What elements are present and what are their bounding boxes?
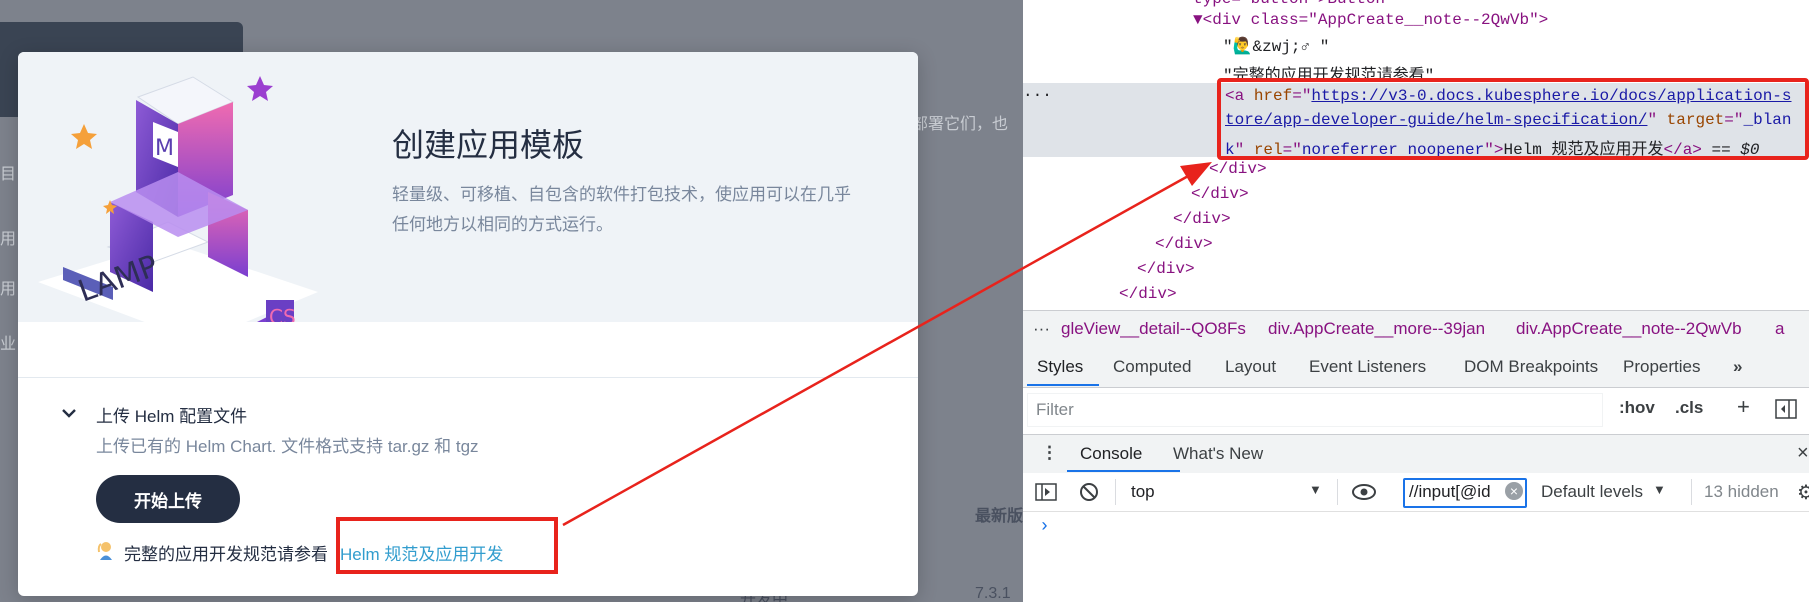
dom-line[interactable]: type="button">Button [1193, 0, 1385, 8]
close-drawer-icon[interactable]: × [1797, 442, 1809, 465]
console-prompt[interactable]: › [1039, 517, 1050, 537]
modal-hero: M LAMP CS 创建应用模板 轻量级、可移植、自包含的软件打包技术，使应用可… [18, 52, 918, 322]
styles-filter-input[interactable]: Filter [1027, 393, 1603, 427]
toggle-sidebar-icon[interactable] [1775, 399, 1797, 419]
class-toggle[interactable]: .cls [1675, 398, 1703, 418]
breadcrumb-item[interactable]: gleView__detail--QO8Fs [1061, 319, 1246, 339]
dom-close-tag[interactable]: </div> [1173, 210, 1231, 228]
dom-close-tag[interactable]: </div> [1155, 235, 1213, 253]
dom-close-tag[interactable]: </div> [1137, 260, 1195, 278]
hidden-count: 13 hidden [1704, 482, 1779, 501]
dom-text-node[interactable]: "完整的应用开发规范请参看" [1223, 61, 1434, 85]
upload-section-title: 上传 Helm 配置文件 [96, 407, 248, 426]
drawer-tabbar: ⋮ Console What's New × [1023, 434, 1809, 474]
note-text: 完整的应用开发规范请参看 [124, 545, 328, 564]
toolbar-divider [1115, 479, 1116, 505]
tab-console[interactable]: Console [1080, 444, 1142, 464]
tab-computed[interactable]: Computed [1113, 357, 1191, 377]
devtools-panel: type="button">Button ▼<div class="AppCre… [1023, 0, 1809, 602]
live-expression-eye-icon[interactable] [1351, 483, 1377, 501]
tab-event-listeners[interactable]: Event Listeners [1309, 357, 1426, 377]
breadcrumb-item[interactable]: div.AppCreate__more--39jan [1268, 319, 1485, 339]
tab-properties[interactable]: Properties [1623, 357, 1700, 377]
background-side-label: 用 [0, 231, 17, 248]
toolbar-divider [1337, 479, 1338, 505]
filter-placeholder: Filter [1036, 400, 1074, 419]
breadcrumb-item[interactable]: a [1775, 319, 1784, 339]
background-row-value: 7.3.1 [975, 585, 1011, 602]
active-tab-indicator [1027, 384, 1099, 386]
background-text: 部署它们，也 [912, 116, 1009, 133]
section-divider [18, 377, 918, 378]
lamp-illustration: M LAMP CS [38, 76, 318, 322]
start-upload-button[interactable]: 开始上传 [96, 475, 240, 523]
modal-description: 轻量级、可移植、自包含的软件打包技术，使应用可以在几乎任何地方以相同的方式运行。 [392, 185, 851, 234]
background-side-label: 用 [0, 281, 17, 298]
dom-selected-anchor-cont[interactable]: k" rel="noreferrer noopener">Helm 规范及应用开… [1225, 135, 1760, 159]
svg-text:CS: CS [269, 305, 296, 322]
dom-close-tag[interactable]: </div> [1209, 160, 1267, 178]
drawer-menu-icon[interactable]: ⋮ [1041, 443, 1058, 463]
toolbar-divider [1691, 479, 1692, 505]
background-side-label: 目 [0, 166, 17, 183]
chevron-down-icon[interactable] [60, 404, 78, 422]
breadcrumb-overflow-icon[interactable]: ··· [1033, 319, 1050, 339]
console-filter-input[interactable]: //input[@id × [1403, 478, 1527, 508]
elements-tree[interactable]: type="button">Button ▼<div class="AppCre… [1023, 0, 1809, 308]
tab-layout[interactable]: Layout [1225, 357, 1276, 377]
clear-filter-icon[interactable]: × [1505, 482, 1523, 500]
background-side-label: 业 [0, 336, 17, 353]
person-raising-hand-icon [97, 542, 112, 560]
more-options-icon[interactable]: ··· [1023, 86, 1052, 104]
dom-selected-anchor[interactable]: <a href="https://v3-0.docs.kubesphere.io… [1225, 87, 1792, 105]
gear-icon[interactable]: ⚙ [1797, 480, 1809, 505]
console-toolbar: top ▼ //input[@id × Default levels ▼ 13 … [1023, 473, 1809, 512]
breadcrumb-item[interactable]: div.AppCreate__note--2QwVb [1516, 319, 1742, 339]
console-filter-value: //input[@id [1409, 482, 1491, 501]
context-dropdown-icon[interactable]: ▼ [1309, 482, 1322, 497]
show-sidebar-icon[interactable] [1035, 483, 1057, 501]
clear-console-icon[interactable] [1079, 482, 1099, 502]
hover-state-toggle[interactable]: :hov [1619, 398, 1655, 418]
styles-tabbar: Styles Computed Layout Event Listeners D… [1023, 347, 1809, 388]
context-selector[interactable]: top [1131, 482, 1155, 502]
log-levels-selector[interactable]: Default levels [1541, 482, 1643, 502]
dom-text-node[interactable]: "🙋‍♂️&zwj;♂ " [1223, 36, 1329, 56]
levels-dropdown-icon[interactable]: ▼ [1653, 482, 1666, 497]
create-app-template-modal: M LAMP CS 创建应用模板 轻量级、可移植、自包含的软件打包技术，使应用可… [18, 52, 918, 596]
tab-styles[interactable]: Styles [1037, 357, 1083, 377]
dom-close-tag[interactable]: </div> [1119, 285, 1177, 303]
logo-lettering: M [155, 136, 174, 161]
dom-selected-anchor-cont[interactable]: tore/app-developer-guide/helm-specificat… [1225, 111, 1792, 129]
upload-section-description: 上传已有的 Helm Chart. 文件格式支持 tar.gz 和 tgz [96, 437, 479, 456]
background-column-header: 最新版 [975, 508, 1023, 525]
breadcrumb: ··· gleView__detail--QO8Fs div.AppCreate… [1023, 310, 1809, 348]
new-style-rule-icon[interactable]: + [1737, 394, 1750, 420]
modal-title: 创建应用模板 [392, 127, 585, 163]
more-tabs-icon[interactable]: » [1733, 357, 1742, 377]
modal-backdrop[interactable]: 目 用 用 业 部署它们，也 最新版 7.3.1 开发中 M LAMP CS 创… [0, 0, 1023, 602]
tab-whats-new[interactable]: What's New [1173, 444, 1263, 464]
tab-dom-breakpoints[interactable]: DOM Breakpoints [1464, 357, 1598, 377]
helm-spec-link[interactable]: Helm 规范及应用开发 [340, 540, 503, 565]
dom-line[interactable]: ▼<div class="AppCreate__note--2QwVb"> [1193, 11, 1548, 29]
active-drawer-indicator [1067, 470, 1180, 472]
dom-close-tag[interactable]: </div> [1191, 185, 1249, 203]
